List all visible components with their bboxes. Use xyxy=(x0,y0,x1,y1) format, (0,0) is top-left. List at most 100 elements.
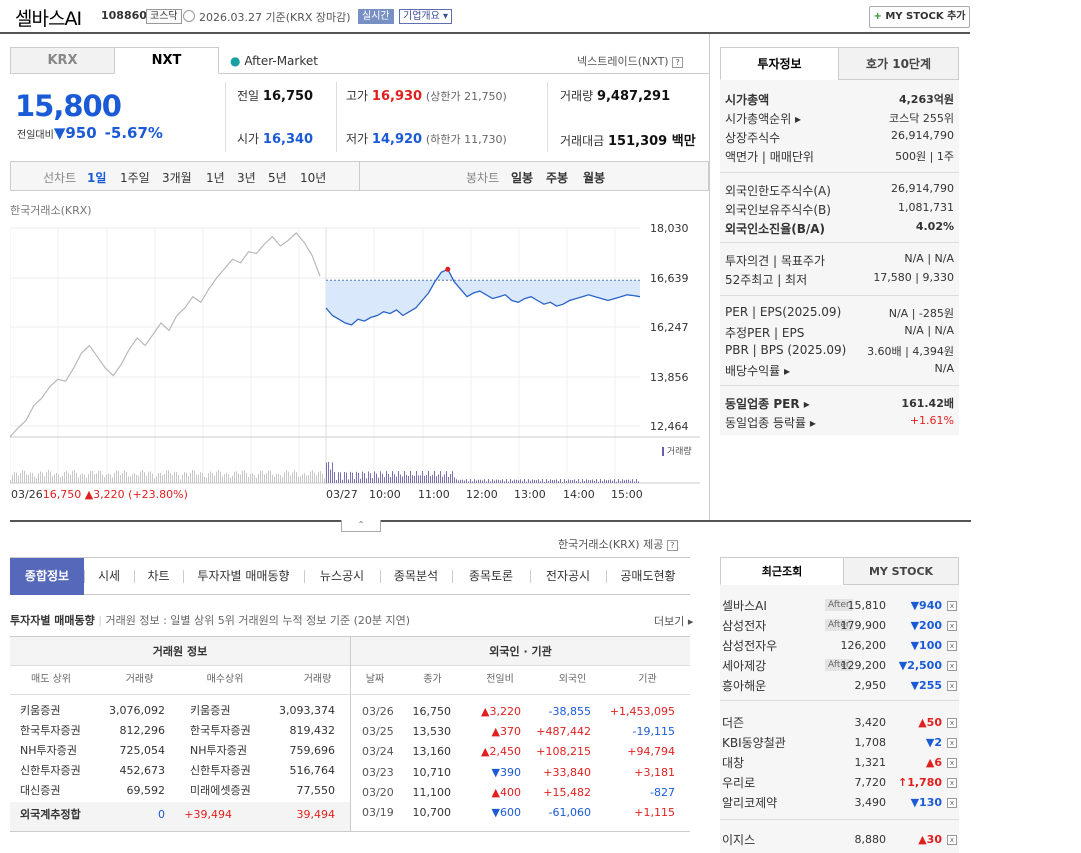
company-overview-dropdown[interactable]: 기업개요 ▾ xyxy=(399,9,452,24)
recent-item[interactable]: 셀바스AI After 15,810 ▼940 x xyxy=(722,595,958,615)
close-icon[interactable]: x xyxy=(947,778,957,788)
recent-item[interactable]: 세아제강 After 129,200 ▼2,500 x xyxy=(722,655,958,675)
volume-bar xyxy=(372,478,373,483)
recent-item[interactable]: 더즌 3,420 ▲50 x xyxy=(722,712,958,732)
foreign-buy: 39,494 xyxy=(296,808,336,821)
info-key[interactable]: 동일업종 등락률 ▸ xyxy=(725,414,816,431)
recent-name[interactable]: 이지스 xyxy=(722,831,755,848)
tab-mystock[interactable]: MY STOCK xyxy=(843,557,959,585)
cur-date: 03/27 xyxy=(326,488,358,501)
close-icon[interactable]: x xyxy=(947,641,957,651)
quote-open: 시가 16,340 xyxy=(237,130,313,147)
volume-bar xyxy=(264,474,265,483)
tab-hoga-10[interactable]: 호가 10단계 xyxy=(838,47,959,80)
recent-item[interactable]: 삼성전자우 126,200 ▼100 x xyxy=(722,635,958,655)
recent-item[interactable]: 흥아해운 2,950 ▼255 x xyxy=(722,675,958,695)
bottom-tab[interactable]: 종합정보 xyxy=(10,558,84,595)
tab-nxt[interactable]: NXT xyxy=(114,47,219,74)
close-icon[interactable]: x xyxy=(947,835,957,845)
divider xyxy=(10,520,971,522)
close-icon[interactable]: x xyxy=(947,661,957,671)
close-icon[interactable]: x xyxy=(947,621,957,631)
info-key[interactable]: 52주최고 | 최저 xyxy=(725,271,807,288)
recent-item[interactable]: 대창 1,321 ▲6 x xyxy=(722,752,958,772)
close-icon[interactable]: x xyxy=(947,601,957,611)
recent-item[interactable]: 이지스 8,880 ▲30 x xyxy=(722,829,958,849)
recent-item[interactable]: 삼성전자 After 179,900 ▼200 x xyxy=(722,615,958,635)
collapse-chevron-icon[interactable]: ⌃ xyxy=(341,520,381,532)
volume-bar xyxy=(408,476,409,483)
close-icon[interactable]: x xyxy=(947,758,957,768)
recent-name[interactable]: 우리로 xyxy=(722,774,755,791)
close-icon[interactable]: x xyxy=(947,798,957,808)
recent-item[interactable]: 알리코제약 3,490 ▼130 x xyxy=(722,792,958,812)
close-icon[interactable]: x xyxy=(947,738,957,748)
info-key[interactable]: 외국인보유주식수(B) xyxy=(725,201,831,218)
table-header: 전일비 xyxy=(486,674,514,685)
info-value: N/A | N/A xyxy=(904,324,954,337)
add-mystock-button[interactable]: + MY STOCK 추가 xyxy=(869,6,970,28)
volume-bar xyxy=(320,471,321,483)
info-key[interactable]: 시가총액순위 ▸ xyxy=(725,110,801,127)
period-1w[interactable]: 1주일 xyxy=(120,169,150,186)
info-key[interactable]: 배당수익률 ▸ xyxy=(725,362,790,379)
recent-item[interactable]: 우리로 7,720 ↑1,780 x xyxy=(722,772,958,792)
tab-invest-info[interactable]: 투자정보 xyxy=(720,47,839,80)
period-3m[interactable]: 3개월 xyxy=(162,169,192,186)
bottom-tab[interactable]: 종목분석 xyxy=(380,558,452,595)
volume-bar xyxy=(366,478,367,483)
recent-name[interactable]: KBI동양철관 xyxy=(722,734,786,751)
candle-week[interactable]: 주봉 xyxy=(546,169,568,186)
bottom-tab[interactable]: 전자공시 xyxy=(530,558,606,595)
bottom-tab[interactable]: 시세 xyxy=(84,558,134,595)
info-key[interactable]: 동일업종 PER ▸ xyxy=(725,395,810,412)
recent-name[interactable]: 흥아해운 xyxy=(722,677,766,694)
period-3y[interactable]: 3년 xyxy=(237,169,256,186)
realtime-badge[interactable]: 실시간 xyxy=(358,9,394,24)
help-icon[interactable]: ? xyxy=(666,539,678,551)
help-icon[interactable]: ? xyxy=(672,56,684,68)
recent-name[interactable]: 알리코제약 xyxy=(722,794,777,811)
recent-item[interactable]: KBI동양철관 1,708 ▼2 x xyxy=(722,732,958,752)
candle-month[interactable]: 월봉 xyxy=(583,169,605,186)
info-key[interactable]: 액면가 | 매매단위 xyxy=(725,148,814,165)
info-key[interactable]: PBR | BPS (2025.09) xyxy=(725,343,846,357)
bottom-tab[interactable]: 뉴스공시 xyxy=(304,558,380,595)
volume-bar xyxy=(302,474,303,483)
info-key[interactable]: 시가총액 xyxy=(725,91,769,108)
period-5y[interactable]: 5년 xyxy=(268,169,287,186)
bottom-tab[interactable]: 투자자별 매매동향 xyxy=(183,558,304,595)
recent-name[interactable]: 셀바스AI xyxy=(722,597,767,614)
recent-name[interactable]: 더즌 xyxy=(722,714,744,731)
more-link[interactable]: 더보기 ▸ xyxy=(654,613,693,629)
info-key[interactable]: 외국인한도주식수(A) xyxy=(725,182,831,199)
bottom-tab[interactable]: 차트 xyxy=(134,558,183,595)
close-icon[interactable]: x xyxy=(947,718,957,728)
info-key[interactable]: 상장주식수 xyxy=(725,129,780,146)
nxt-link[interactable]: 넥스트레이드(NXT) ? xyxy=(577,53,684,69)
info-key[interactable]: PER | EPS(2025.09) xyxy=(725,305,841,319)
bottom-tab[interactable]: 공매도현황 xyxy=(606,558,690,595)
row-foreign: +15,482 xyxy=(543,785,591,799)
tab-krx[interactable]: KRX xyxy=(10,47,115,74)
recent-name[interactable]: 삼성전자 xyxy=(722,617,766,634)
period-1y[interactable]: 1년 xyxy=(206,169,225,186)
info-row: PBR | BPS (2025.09) 3.60배 | 4,394원 xyxy=(725,343,954,361)
close-icon[interactable]: x xyxy=(947,681,957,691)
bottom-tab[interactable]: 종목토론 xyxy=(452,558,530,595)
recent-name[interactable]: 삼성전자우 xyxy=(722,637,777,654)
info-key[interactable]: 외국인소진율(B/A) xyxy=(725,220,825,237)
volume-bar xyxy=(160,472,161,483)
period-1d[interactable]: 1일 xyxy=(87,169,106,186)
volume-bar xyxy=(508,481,509,483)
info-key[interactable]: 투자의견 | 목표주가 xyxy=(725,252,825,269)
recent-name[interactable]: 대창 xyxy=(722,754,744,771)
tab-recent[interactable]: 최근조회 xyxy=(720,557,844,585)
recent-name[interactable]: 세아제강 xyxy=(722,657,766,674)
info-key[interactable]: 추정PER | EPS xyxy=(725,324,804,341)
period-10y[interactable]: 10년 xyxy=(300,169,326,186)
volume-bar xyxy=(444,474,445,483)
recent-price: 3,420 xyxy=(854,716,887,729)
candle-day[interactable]: 일봉 xyxy=(511,169,533,186)
intraday-chart[interactable]: 18,030 16,639 16,247 13,856 12,464 xyxy=(10,215,710,520)
